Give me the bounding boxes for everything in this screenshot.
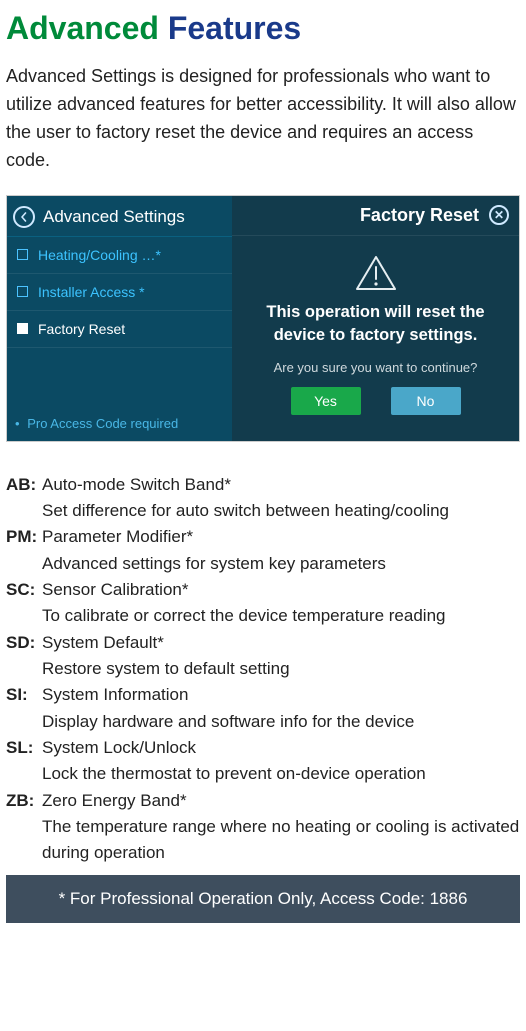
def-title: System Lock/Unlock [42,735,196,761]
page-title: Advanced Features [6,10,520,47]
device-sidebar-footer-text: Pro Access Code required [27,416,178,431]
square-icon [17,249,28,260]
square-icon [17,323,28,334]
definitions-list: AB:Auto-mode Switch Band* Set difference… [6,472,520,867]
close-icon[interactable]: ✕ [489,205,509,225]
def-title: System Default* [42,630,164,656]
def-title: Zero Energy Band* [42,788,187,814]
no-button[interactable]: No [391,387,461,415]
intro-paragraph: Advanced Settings is designed for profes… [6,63,520,175]
device-sidebar-footer: • Pro Access Code required [7,406,232,441]
definition-row: SI:System Information [6,682,520,708]
confirm-text: Are you sure you want to continue? [274,360,478,375]
back-icon[interactable] [13,206,35,228]
def-code: PM: [6,524,42,550]
definition-row: SC:Sensor Calibration* [6,577,520,603]
sidebar-item-label: Heating/Cooling …* [38,247,161,263]
definition-row: SD:System Default* [6,630,520,656]
def-desc: Advanced settings for system key paramet… [42,551,520,577]
warning-icon [355,255,397,291]
def-title: Sensor Calibration* [42,577,188,603]
def-desc: Restore system to default setting [42,656,520,682]
def-code: AB: [6,472,42,498]
def-code: SC: [6,577,42,603]
title-word-advanced: Advanced [6,10,159,46]
warning-text: This operation will reset the device to … [248,301,503,346]
def-code: SI: [6,682,42,708]
def-code: SD: [6,630,42,656]
dialog-button-row: Yes No [291,387,461,415]
yes-button[interactable]: Yes [291,387,361,415]
sidebar-item-factory-reset[interactable]: Factory Reset [7,311,232,348]
def-code: ZB: [6,788,42,814]
def-title: Auto-mode Switch Band* [42,472,231,498]
device-screenshot: Advanced Settings Heating/Cooling …* Ins… [6,195,520,442]
def-desc: Set difference for auto switch between h… [42,498,520,524]
definition-row: ZB:Zero Energy Band* [6,788,520,814]
def-desc: Display hardware and software info for t… [42,709,520,735]
square-icon [17,286,28,297]
def-title: System Information [42,682,188,708]
device-panel: Factory Reset ✕ This operation will rese… [232,196,519,441]
device-panel-body: This operation will reset the device to … [232,236,519,441]
def-desc: Lock the thermostat to prevent on-device… [42,761,520,787]
sidebar-item-label: Installer Access * [38,284,145,300]
device-sidebar-header[interactable]: Advanced Settings [7,196,232,237]
def-title: Parameter Modifier* [42,524,193,550]
definition-row: AB:Auto-mode Switch Band* [6,472,520,498]
def-code: SL: [6,735,42,761]
def-desc: The temperature range where no heating o… [42,814,520,867]
bullet-icon: • [15,416,20,431]
def-desc: To calibrate or correct the device tempe… [42,603,520,629]
sidebar-item-heating-cooling[interactable]: Heating/Cooling …* [7,237,232,274]
device-panel-title: Factory Reset [360,205,479,226]
device-sidebar-menu: Heating/Cooling …* Installer Access * Fa… [7,237,232,406]
definition-row: SL:System Lock/Unlock [6,735,520,761]
footnote: * For Professional Operation Only, Acces… [6,875,520,923]
sidebar-item-label: Factory Reset [38,321,125,337]
device-panel-header: Factory Reset ✕ [232,196,519,236]
device-sidebar-title: Advanced Settings [43,207,185,227]
title-word-features: Features [168,10,301,46]
sidebar-item-installer-access[interactable]: Installer Access * [7,274,232,311]
definition-row: PM:Parameter Modifier* [6,524,520,550]
device-sidebar: Advanced Settings Heating/Cooling …* Ins… [7,196,232,441]
